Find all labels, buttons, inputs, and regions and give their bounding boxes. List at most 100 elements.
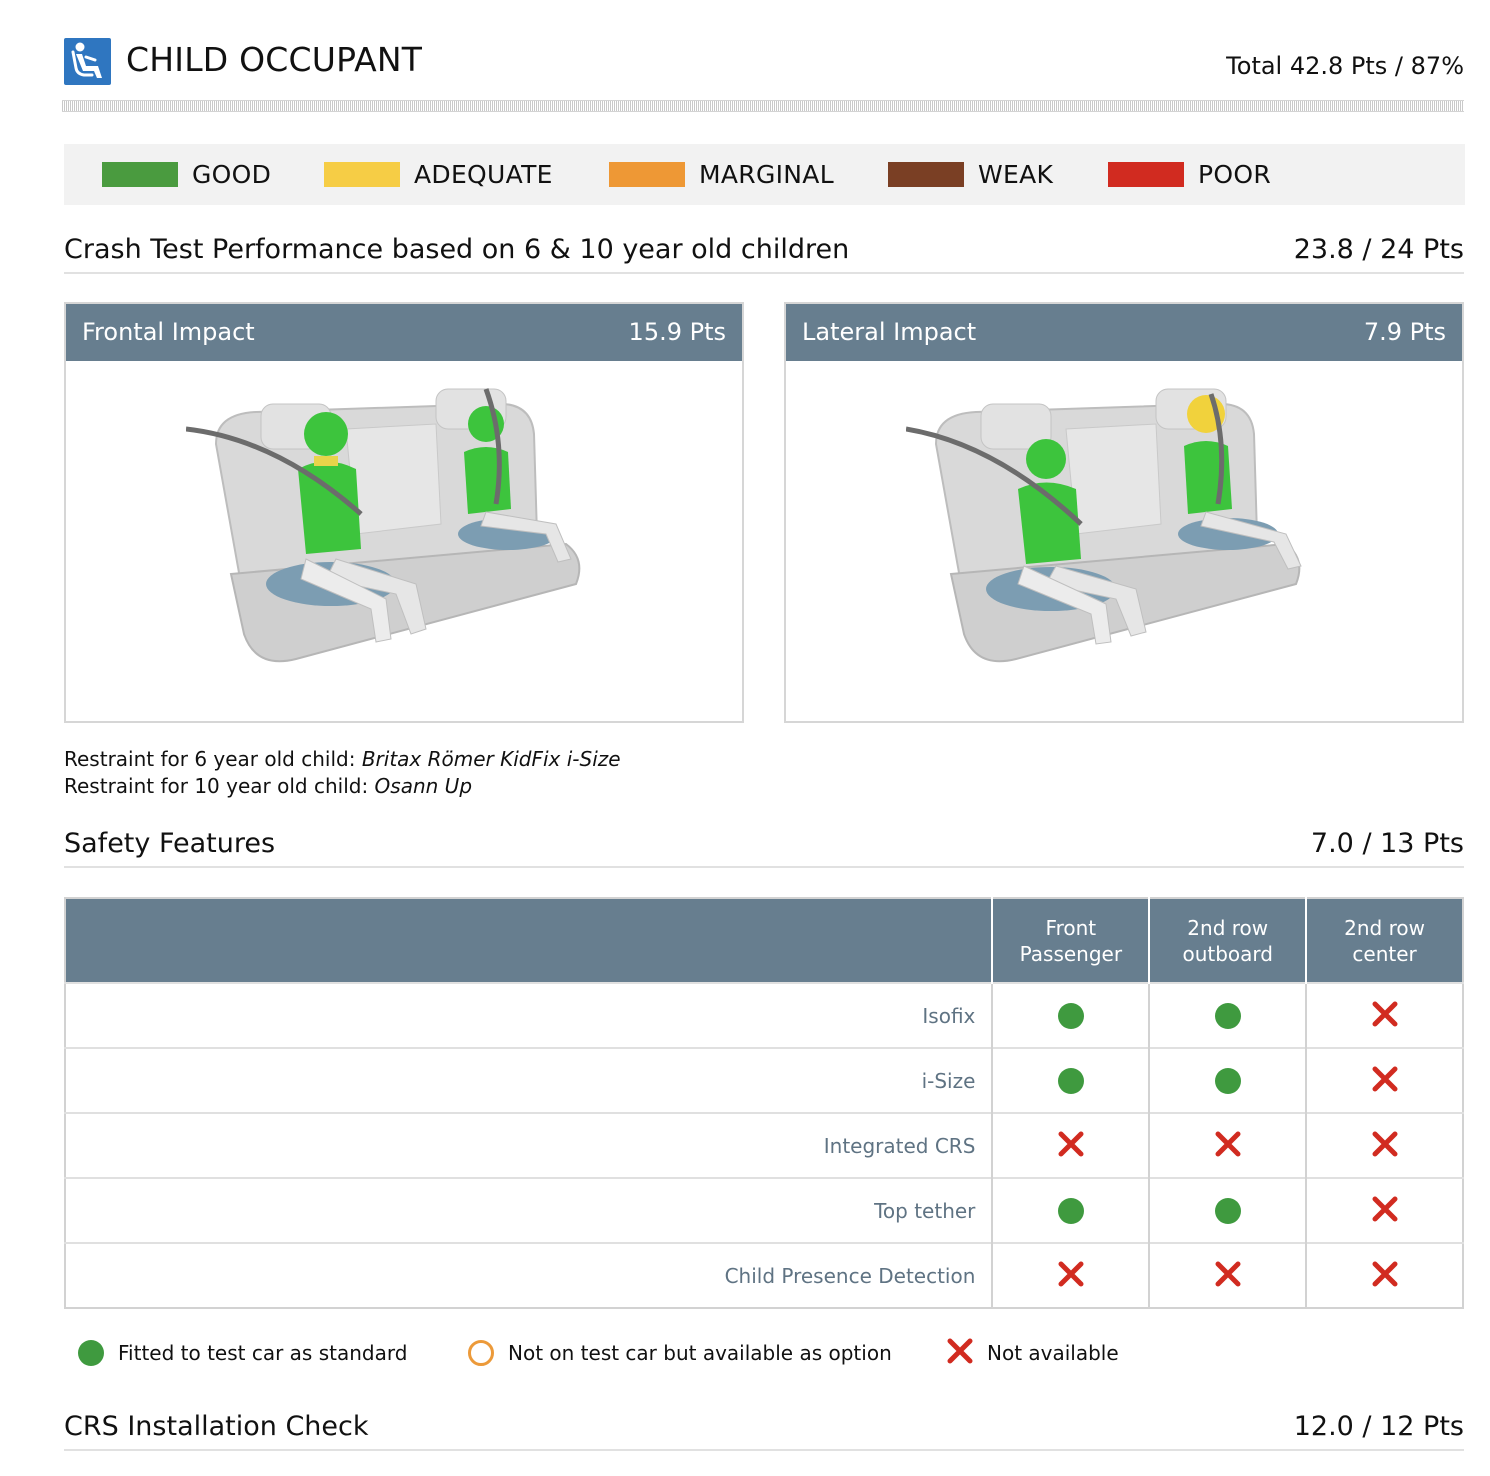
feature-cell bbox=[1148, 1112, 1307, 1178]
table-row: Child Presence Detection bbox=[65, 1242, 1463, 1308]
table-row: i-Size bbox=[65, 1047, 1463, 1113]
symbol-standard: Fitted to test car as standard bbox=[78, 1336, 407, 1370]
option-circle-icon bbox=[468, 1340, 494, 1366]
panel-points: 7.9 Pts bbox=[1363, 318, 1446, 346]
feature-cell bbox=[1305, 1112, 1463, 1178]
safety-features-heading: Safety Features 7.0 / 13 Pts bbox=[64, 828, 1464, 868]
panel-title: Lateral Impact bbox=[802, 318, 977, 346]
section-header: CHILD OCCUPANT Total 42.8 Pts / 87% bbox=[64, 36, 1464, 88]
feature-cell bbox=[991, 982, 1150, 1048]
legend-label: WEAK bbox=[978, 160, 1054, 189]
symbol-label: Not available bbox=[987, 1341, 1119, 1365]
feature-cell bbox=[1305, 982, 1463, 1048]
symbol-label: Fitted to test car as standard bbox=[118, 1341, 408, 1365]
standard-dot-icon bbox=[78, 1340, 104, 1366]
not-available-cross-icon bbox=[1372, 1261, 1398, 1291]
total-score: Total 42.8 Pts / 87% bbox=[1226, 52, 1464, 80]
standard-dot-icon bbox=[1057, 1197, 1084, 1224]
feature-cell bbox=[1305, 1242, 1463, 1308]
legend-label: POOR bbox=[1198, 160, 1272, 189]
not-available-cross-icon bbox=[1372, 1196, 1398, 1226]
feature-label: i-Size bbox=[65, 1047, 993, 1113]
restraint-value: Osann Up bbox=[374, 774, 473, 798]
lateral-impact-panel: Lateral Impact 7.9 Pts bbox=[784, 302, 1464, 723]
not-available-cross-icon bbox=[947, 1338, 973, 1369]
panel-points: 15.9 Pts bbox=[628, 318, 726, 346]
panel-header: Frontal Impact 15.9 Pts bbox=[66, 304, 742, 361]
legend-swatch-adequate bbox=[324, 162, 400, 187]
restraint-label: Restraint for 6 year old child: bbox=[64, 747, 362, 771]
feature-cell bbox=[991, 1047, 1150, 1113]
standard-dot-icon bbox=[1214, 1002, 1241, 1029]
restraint-10-year: Restraint for 10 year old child: Osann U… bbox=[64, 774, 472, 798]
col-front-passenger: Front Passenger bbox=[991, 898, 1150, 983]
lateral-seat-illustration bbox=[906, 388, 1302, 663]
restraint-6-year: Restraint for 6 year old child: Britax R… bbox=[64, 747, 621, 771]
legend-swatch-poor bbox=[1108, 162, 1184, 187]
not-available-cross-icon bbox=[1372, 1066, 1398, 1096]
symbol-not-available: Not available bbox=[947, 1336, 1119, 1370]
symbol-option: Not on test car but available as option bbox=[468, 1336, 892, 1370]
not-available-cross-icon bbox=[1372, 1001, 1398, 1031]
restraint-value: Britax Römer KidFix i-Size bbox=[361, 747, 621, 771]
standard-dot-icon bbox=[1057, 1002, 1084, 1029]
header-divider bbox=[62, 100, 1464, 112]
rating-legend: GOOD ADEQUATE MARGINAL WEAK POOR bbox=[64, 144, 1465, 205]
legend-swatch-good bbox=[102, 162, 178, 187]
table-row: Top tether bbox=[65, 1177, 1463, 1243]
feature-cell bbox=[991, 1112, 1150, 1178]
legend-good: GOOD bbox=[102, 144, 271, 205]
standard-dot-icon bbox=[1214, 1067, 1241, 1094]
col-2nd-row-center: 2nd row center bbox=[1305, 898, 1463, 983]
not-available-cross-icon bbox=[1058, 1131, 1084, 1161]
feature-label: Top tether bbox=[65, 1177, 993, 1243]
feature-cell bbox=[1148, 982, 1307, 1048]
legend-swatch-weak bbox=[888, 162, 964, 187]
panel-title: Frontal Impact bbox=[82, 318, 255, 346]
panel-header: Lateral Impact 7.9 Pts bbox=[786, 304, 1462, 361]
legend-marginal: MARGINAL bbox=[609, 144, 834, 205]
table-header-row: Front Passenger 2nd row outboard 2nd row ce… bbox=[65, 898, 1463, 983]
crash-test-heading: Crash Test Performance based on 6 & 10 y… bbox=[64, 234, 1464, 274]
safety-features-table: Front Passenger 2nd row outboard 2nd row ce… bbox=[64, 897, 1464, 1309]
feature-cell bbox=[1148, 1177, 1307, 1243]
section-title: Crash Test Performance based on 6 & 10 y… bbox=[64, 234, 850, 265]
feature-cell bbox=[1305, 1047, 1463, 1113]
section-points: 7.0 / 13 Pts bbox=[1310, 828, 1464, 859]
legend-label: MARGINAL bbox=[699, 160, 834, 189]
not-available-cross-icon bbox=[1215, 1131, 1241, 1161]
legend-label: ADEQUATE bbox=[414, 160, 553, 189]
table-row: Isofix bbox=[65, 982, 1463, 1048]
child-seat-icon bbox=[64, 38, 111, 85]
legend-adequate: ADEQUATE bbox=[324, 144, 553, 205]
crs-installation-heading: CRS Installation Check 12.0 / 12 Pts bbox=[64, 1411, 1464, 1451]
not-available-cross-icon bbox=[1058, 1261, 1084, 1291]
not-available-cross-icon bbox=[1215, 1261, 1241, 1291]
feature-cell bbox=[1148, 1047, 1307, 1113]
symbol-label: Not on test car but available as option bbox=[508, 1341, 892, 1365]
feature-label: Integrated CRS bbox=[65, 1112, 993, 1178]
section-points: 12.0 / 12 Pts bbox=[1293, 1411, 1464, 1442]
standard-dot-icon bbox=[1214, 1197, 1241, 1224]
page-title: CHILD OCCUPANT bbox=[126, 40, 423, 79]
restraint-label: Restraint for 10 year old child: bbox=[64, 774, 375, 798]
feature-cell bbox=[991, 1177, 1150, 1243]
header-blank bbox=[65, 898, 993, 983]
legend-label: GOOD bbox=[192, 160, 272, 189]
feature-cell bbox=[1148, 1242, 1307, 1308]
section-title: CRS Installation Check bbox=[64, 1411, 369, 1442]
feature-label: Isofix bbox=[65, 982, 993, 1048]
section-points: 23.8 / 24 Pts bbox=[1293, 234, 1464, 265]
legend-weak: WEAK bbox=[888, 144, 1053, 205]
feature-label: Child Presence Detection bbox=[65, 1242, 993, 1308]
not-available-cross-icon bbox=[1372, 1131, 1398, 1161]
section-title: Safety Features bbox=[64, 828, 276, 859]
feature-cell bbox=[1305, 1177, 1463, 1243]
standard-dot-icon bbox=[1057, 1067, 1084, 1094]
frontal-seat-illustration bbox=[186, 388, 581, 663]
feature-cell bbox=[991, 1242, 1150, 1308]
legend-swatch-marginal bbox=[609, 162, 685, 187]
table-row: Integrated CRS bbox=[65, 1112, 1463, 1178]
legend-poor: POOR bbox=[1108, 144, 1271, 205]
frontal-impact-panel: Frontal Impact 15.9 Pts bbox=[64, 302, 744, 723]
